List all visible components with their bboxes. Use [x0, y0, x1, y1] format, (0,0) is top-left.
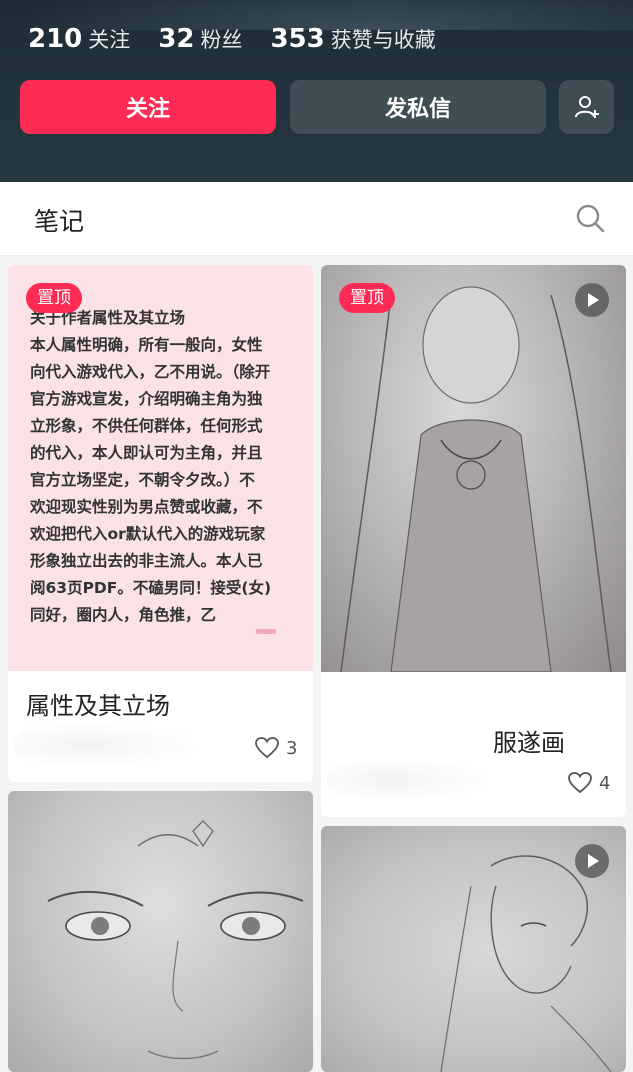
pinned-badge: 置顶 — [339, 283, 395, 313]
stat-number: 210 — [28, 24, 83, 54]
sketch-illustration — [47, 820, 304, 1060]
note-body-text: 关于作者属性及其立场 本人属性明确，所有一般向，女性 向代入游戏代入，乙不用说。… — [30, 305, 302, 629]
tab-bar: 笔记 — [0, 182, 633, 256]
author-avatar[interactable] — [14, 725, 194, 765]
note-line: 形象独立出去的非主流人。本人已 — [30, 552, 263, 570]
stat-number: 353 — [270, 24, 325, 54]
note-title: 属性及其立场 — [26, 692, 170, 720]
note-line: 本人属性明确，所有一般向，女性 — [30, 336, 263, 354]
message-button[interactable]: 发私信 — [290, 80, 546, 134]
note-cover — [321, 265, 626, 673]
note-card[interactable]: 置顶 服遂画 4 — [321, 265, 626, 817]
note-line: 的代入，本人即认可为主角，并且 — [30, 444, 263, 462]
stat-following[interactable]: 210 关注 — [28, 24, 130, 54]
note-card[interactable] — [8, 791, 313, 1072]
stat-label: 关注 — [88, 28, 131, 52]
note-line: 立形象，不供任何群体，任何形式 — [30, 417, 263, 435]
add-user-button[interactable] — [559, 80, 614, 134]
author-avatar[interactable] — [327, 760, 487, 800]
like-button[interactable]: 4 — [567, 771, 610, 795]
like-button[interactable]: 3 — [254, 736, 297, 760]
note-line: 向代入游戏代入，乙不用说。（除开 — [30, 363, 271, 381]
note-line: 同好，圈内人，角色推，乙 — [30, 606, 217, 624]
note-line: 欢迎把代入or默认代入的游戏玩家 — [30, 525, 266, 543]
heart-icon — [568, 772, 592, 794]
note-cover: 关于作者属性及其立场 本人属性明确，所有一般向，女性 向代入游戏代入，乙不用说。… — [8, 265, 313, 671]
like-count: 4 — [599, 772, 611, 794]
stat-likes-collects[interactable]: 353 获赞与收藏 — [270, 24, 435, 54]
follow-button[interactable]: 关注 — [20, 80, 276, 134]
like-count: 3 — [286, 737, 298, 759]
note-line: 官方立场坚定，不朝令夕改。）不 — [30, 471, 255, 489]
video-play-icon — [575, 283, 609, 317]
note-line: 阅63页PDF。不磕男同！接受(女) — [30, 579, 272, 597]
note-line: 欢迎现实性别为男点赞或收藏，不 — [30, 498, 263, 516]
profile-header: 210 关注 32 粉丝 353 获赞与收藏 关注 发私信 — [0, 0, 633, 182]
add-user-icon — [574, 96, 599, 118]
note-line: 官方游戏宣发，介绍明确主角为独 — [30, 390, 263, 408]
profile-stats: 210 关注 32 粉丝 353 获赞与收藏 — [28, 24, 464, 54]
video-play-icon — [575, 844, 609, 878]
search-button[interactable] — [572, 200, 608, 236]
stat-followers[interactable]: 32 粉丝 — [158, 24, 242, 54]
sketch-illustration — [340, 286, 612, 673]
note-card[interactable]: 关于作者属性及其立场 本人属性明确，所有一般向，女性 向代入游戏代入，乙不用说。… — [8, 265, 313, 782]
note-cover — [8, 791, 313, 1072]
stat-label: 获赞与收藏 — [330, 28, 436, 52]
stat-number: 32 — [158, 24, 195, 54]
tab-notes[interactable]: 笔记 — [34, 202, 84, 238]
pinned-badge: 置顶 — [26, 283, 82, 313]
note-card[interactable] — [321, 826, 626, 1072]
note-decor-mark — [256, 629, 276, 634]
search-icon — [576, 204, 605, 233]
note-title: 服遂画 — [493, 729, 565, 757]
heart-icon — [255, 737, 279, 759]
stat-label: 粉丝 — [200, 28, 243, 52]
